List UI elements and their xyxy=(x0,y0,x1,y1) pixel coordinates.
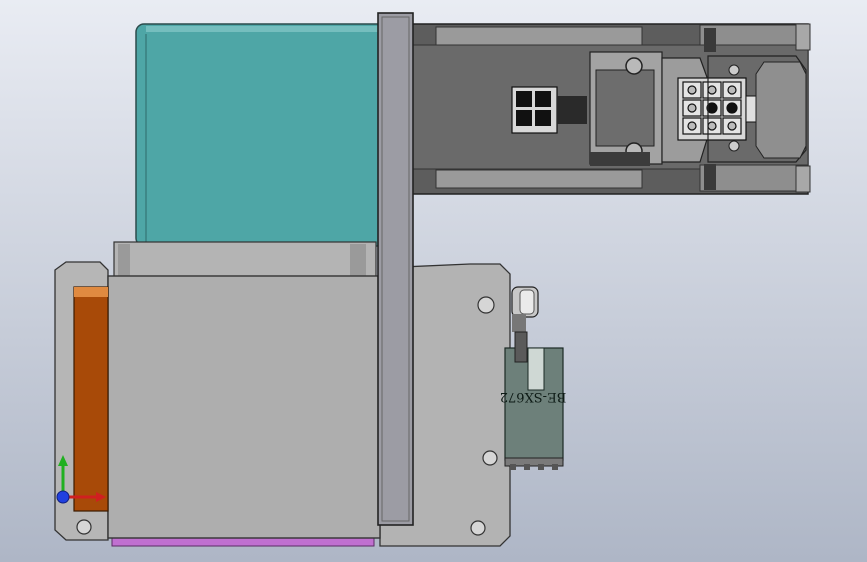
main-steel-box[interactable] xyxy=(107,241,381,539)
middle-mount-block[interactable] xyxy=(589,51,663,166)
connector-label: BE-SX672 xyxy=(500,389,567,404)
vertical-plate[interactable] xyxy=(377,12,414,526)
housing-hole-1-icon xyxy=(477,296,495,314)
teal-motor-body[interactable] xyxy=(135,23,397,247)
orange-plate[interactable] xyxy=(73,286,109,512)
housing-hole-2-icon xyxy=(482,450,498,466)
upper-bolt-icon xyxy=(625,57,643,75)
large-connector[interactable] xyxy=(661,55,807,163)
side-connector[interactable]: BE-SX672 xyxy=(500,331,567,470)
housing-hole-4-icon xyxy=(76,519,92,535)
right-bolt-top-icon xyxy=(728,64,740,76)
connector-pins xyxy=(682,81,742,135)
right-bolt-bottom-icon xyxy=(728,140,740,152)
housing-hole-3-icon xyxy=(470,520,486,536)
cad-viewport[interactable]: BE-SX672 xyxy=(0,0,867,562)
